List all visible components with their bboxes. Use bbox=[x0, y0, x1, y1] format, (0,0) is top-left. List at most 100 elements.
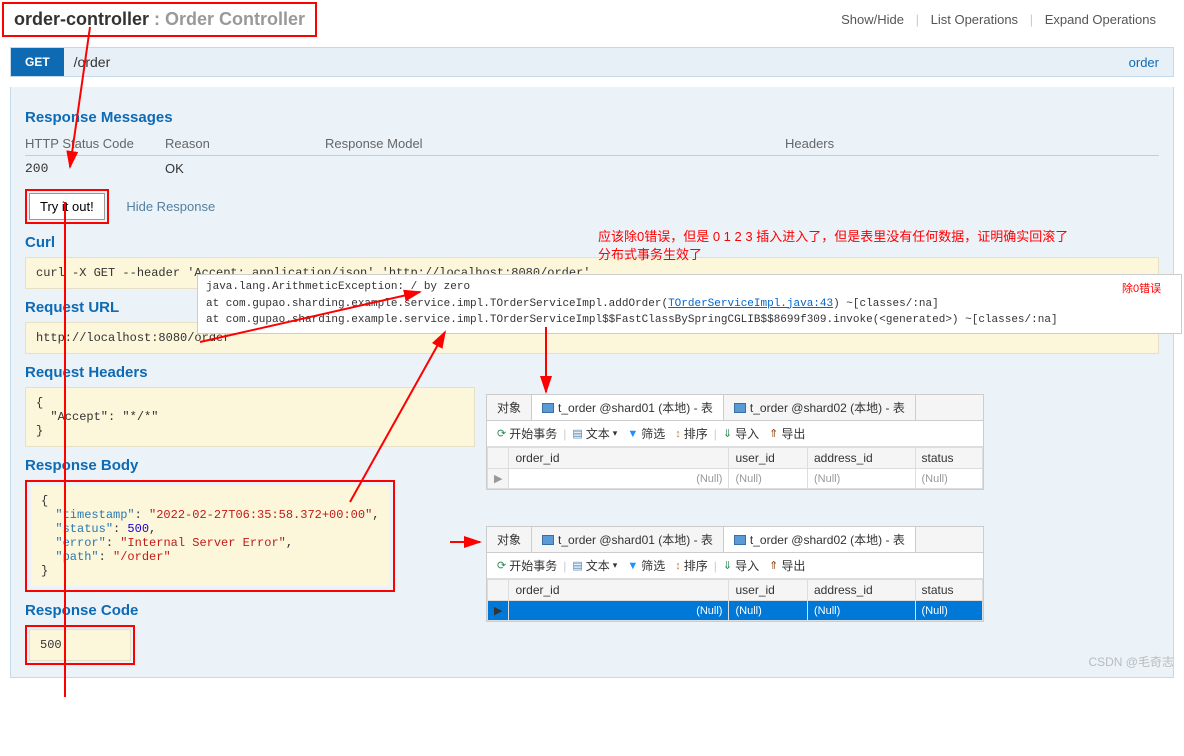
section-response-messages: Response Messages bbox=[25, 109, 1159, 126]
controller-title: order-controller : Order Controller bbox=[14, 9, 305, 30]
db-toolbar: ⟳开始事务 | ▤文本▾ ▼筛选 ↕排序 | ⇓导入 ⇑导出 bbox=[487, 553, 983, 579]
controller-header: order-controller : Order Controller bbox=[2, 2, 317, 37]
col-status[interactable]: status bbox=[915, 448, 983, 469]
db-panel-shard01: 对象 t_order @shard01 (本地) - 表 t_order @sh… bbox=[486, 394, 984, 490]
db-tabs: 对象 t_order @shard01 (本地) - 表 t_order @sh… bbox=[487, 527, 983, 553]
col-user-id[interactable]: user_id bbox=[729, 448, 808, 469]
tool-export[interactable]: ⇑导出 bbox=[765, 424, 809, 443]
cell-null: (Null) bbox=[509, 469, 729, 489]
request-headers-value: { "Accept": "*/*" } bbox=[25, 387, 475, 447]
db-tab-shard01[interactable]: t_order @shard01 (本地) - 表 bbox=[532, 527, 724, 552]
source-link[interactable]: TOrderServiceImpl.java:43 bbox=[668, 298, 833, 310]
resp-msg-row: 200 OK bbox=[25, 156, 1159, 181]
db-data-table: order_id user_id address_id status ▶ (Nu… bbox=[487, 579, 983, 621]
db-tab-object[interactable]: 对象 bbox=[487, 527, 532, 552]
response-code-highlight: 500 bbox=[25, 625, 135, 665]
status-200: 200 bbox=[25, 161, 165, 176]
response-body-highlight: { "timestamp": "2022-02-27T06:35:58.372+… bbox=[25, 480, 395, 592]
db-tab-shard02[interactable]: t_order @shard02 (本地) - 表 bbox=[724, 527, 916, 552]
watermark: CSDN @毛奇志 bbox=[1088, 653, 1174, 670]
response-body-value: { "timestamp": "2022-02-27T06:35:58.372+… bbox=[31, 486, 389, 586]
row-handle: ▶ bbox=[488, 469, 509, 489]
refresh-icon: ⟳ bbox=[497, 559, 506, 572]
show-hide-link[interactable]: Show/Hide bbox=[841, 12, 904, 27]
col-user-id[interactable]: user_id bbox=[729, 580, 808, 601]
col-order-id[interactable]: order_id bbox=[509, 580, 729, 601]
refresh-icon: ⟳ bbox=[497, 427, 506, 440]
tool-text[interactable]: ▤文本▾ bbox=[568, 424, 621, 443]
text-icon: ▤ bbox=[572, 427, 582, 440]
row-handle: ▶ bbox=[488, 601, 509, 621]
try-it-out-highlight: Try it out! bbox=[25, 189, 109, 224]
tool-import[interactable]: ⇓导入 bbox=[719, 424, 763, 443]
db-tabs: 对象 t_order @shard01 (本地) - 表 t_order @sh… bbox=[487, 395, 983, 421]
col-address-id[interactable]: address_id bbox=[807, 448, 915, 469]
endpoint-bar[interactable]: GET /order order bbox=[10, 47, 1174, 77]
col-headers: Headers bbox=[785, 136, 1159, 151]
db-data-table: order_id user_id address_id status ▶ (Nu… bbox=[487, 447, 983, 489]
annotation-line2: 分布式事务生效了 bbox=[598, 244, 702, 263]
tool-begin-tx[interactable]: ⟳开始事务 bbox=[493, 556, 561, 575]
tool-sort[interactable]: ↕排序 bbox=[671, 556, 712, 575]
cell-null: (Null) bbox=[807, 601, 915, 621]
db-panel-shard02: 对象 t_order @shard01 (本地) - 表 t_order @sh… bbox=[486, 526, 984, 622]
table-icon bbox=[734, 535, 746, 545]
annotation-error-label: 除0错误 bbox=[1122, 280, 1161, 296]
cell-null: (Null) bbox=[807, 469, 915, 489]
resp-msg-table-head: HTTP Status Code Reason Response Model H… bbox=[25, 132, 1159, 156]
chevron-down-icon: ▾ bbox=[613, 428, 618, 439]
db-tab-shard01[interactable]: t_order @shard01 (本地) - 表 bbox=[532, 395, 724, 420]
col-status[interactable]: status bbox=[915, 580, 983, 601]
import-icon: ⇓ bbox=[723, 427, 732, 440]
db-tab-object[interactable]: 对象 bbox=[487, 395, 532, 420]
col-address-id[interactable]: address_id bbox=[807, 580, 915, 601]
chevron-down-icon: ▾ bbox=[613, 560, 618, 571]
sort-icon: ↕ bbox=[675, 560, 681, 572]
stacktrace-line: java.lang.ArithmeticException: / by zero bbox=[206, 279, 1173, 296]
cell-null: (Null) bbox=[729, 601, 808, 621]
cell-null: (Null) bbox=[915, 601, 983, 621]
col-model: Response Model bbox=[325, 136, 785, 151]
cell-null: (Null) bbox=[729, 469, 808, 489]
reason-ok: OK bbox=[165, 161, 325, 176]
col-order-id[interactable]: order_id bbox=[509, 448, 729, 469]
annotation-line1: 应该除0错误，但是 0 1 2 3 插入进入了，但是表里没有任何数据，证明确实回… bbox=[598, 226, 1068, 245]
list-operations-link[interactable]: List Operations bbox=[931, 12, 1018, 27]
expand-operations-link[interactable]: Expand Operations bbox=[1045, 12, 1156, 27]
stacktrace-panel: java.lang.ArithmeticException: / by zero… bbox=[197, 274, 1182, 334]
db-tab-shard02[interactable]: t_order @shard02 (本地) - 表 bbox=[724, 395, 916, 420]
filter-icon: ▼ bbox=[627, 428, 638, 440]
tool-text[interactable]: ▤文本▾ bbox=[568, 556, 621, 575]
tool-sort[interactable]: ↕排序 bbox=[671, 424, 712, 443]
table-row[interactable]: ▶ (Null) (Null) (Null) (Null) bbox=[488, 469, 983, 489]
filter-icon: ▼ bbox=[627, 560, 638, 572]
table-header-row: order_id user_id address_id status bbox=[488, 580, 983, 601]
text-icon: ▤ bbox=[572, 559, 582, 572]
export-icon: ⇑ bbox=[769, 427, 778, 440]
col-status-code: HTTP Status Code bbox=[25, 136, 165, 151]
try-it-out-button[interactable]: Try it out! bbox=[29, 193, 105, 220]
import-icon: ⇓ bbox=[723, 559, 732, 572]
table-header-row: order_id user_id address_id status bbox=[488, 448, 983, 469]
tool-export[interactable]: ⇑导出 bbox=[765, 556, 809, 575]
separator: | bbox=[1030, 12, 1033, 27]
col-reason: Reason bbox=[165, 136, 325, 151]
cell-null: (Null) bbox=[509, 601, 729, 621]
db-toolbar: ⟳开始事务 | ▤文本▾ ▼筛选 ↕排序 | ⇓导入 ⇑导出 bbox=[487, 421, 983, 447]
table-icon bbox=[542, 535, 554, 545]
tool-import[interactable]: ⇓导入 bbox=[719, 556, 763, 575]
http-method-badge: GET bbox=[11, 48, 64, 76]
table-icon bbox=[734, 403, 746, 413]
endpoint-tag-link[interactable]: order bbox=[1115, 55, 1173, 70]
tool-begin-tx[interactable]: ⟳开始事务 bbox=[493, 424, 561, 443]
table-row[interactable]: ▶ (Null) (Null) (Null) (Null) bbox=[488, 601, 983, 621]
hide-response-link[interactable]: Hide Response bbox=[126, 199, 215, 214]
table-icon bbox=[542, 403, 554, 413]
tool-filter[interactable]: ▼筛选 bbox=[623, 556, 669, 575]
response-code-value: 500 bbox=[29, 629, 131, 661]
section-request-headers: Request Headers bbox=[25, 364, 1159, 381]
cell-null: (Null) bbox=[915, 469, 983, 489]
export-icon: ⇑ bbox=[769, 559, 778, 572]
tool-filter[interactable]: ▼筛选 bbox=[623, 424, 669, 443]
sort-icon: ↕ bbox=[675, 428, 681, 440]
